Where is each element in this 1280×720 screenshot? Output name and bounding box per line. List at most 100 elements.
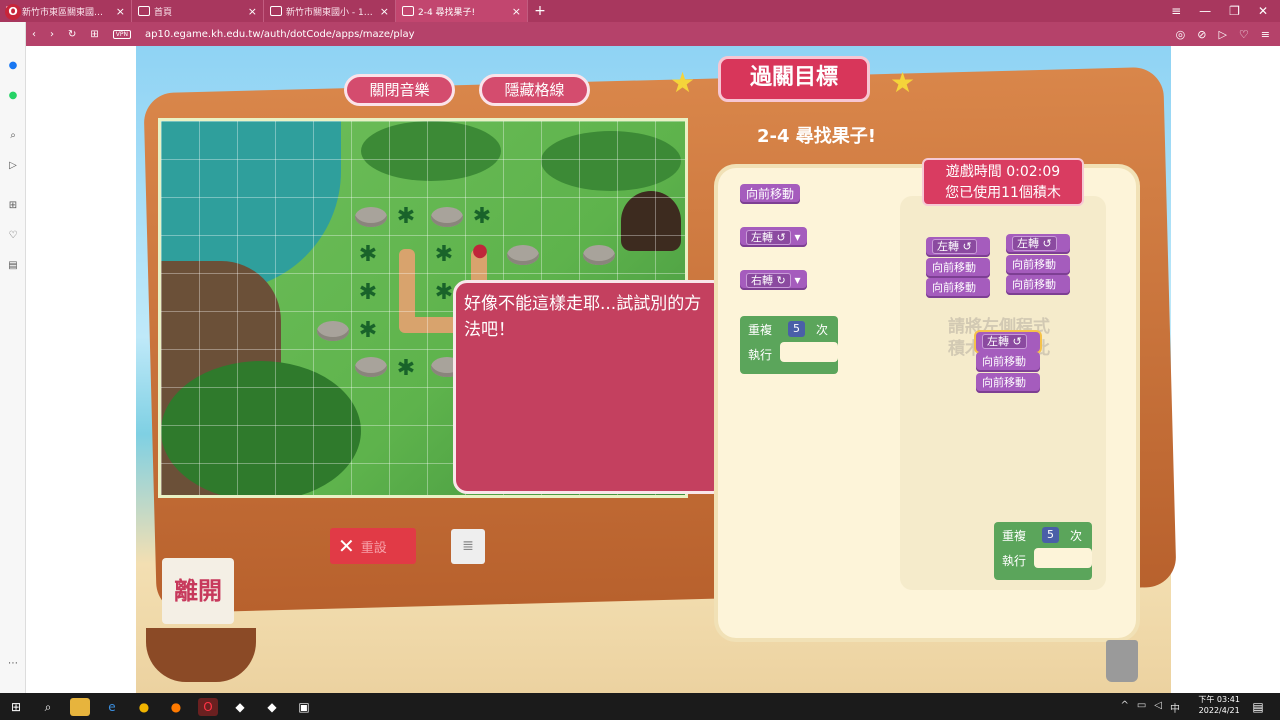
music-toggle-button[interactable]: 關閉音樂 — [344, 74, 455, 106]
tab-strip: 新竹市東區關東國民小學 ... × 首頁 × 新竹市關東國小 - 1Campu.… — [0, 0, 1280, 22]
level-title: 2-4 尋找果子! — [757, 126, 876, 147]
trash-icon[interactable] — [1106, 640, 1138, 682]
ime-icon[interactable]: 中 — [1170, 700, 1180, 715]
notification-icon[interactable]: ▤ — [1248, 698, 1268, 716]
star-icon: ★ — [890, 66, 916, 99]
timer-badge: 遊戲時間 0:02:09 您已使用11個積木 — [922, 158, 1084, 206]
reload-icon[interactable]: ↻ — [68, 29, 76, 40]
turn-dropdown[interactable]: 左轉 ↺ — [1012, 236, 1057, 251]
close-icon[interactable]: × — [380, 5, 389, 18]
chrome-icon[interactable]: ● — [134, 698, 154, 716]
repeat-count[interactable]: 5 — [1042, 527, 1059, 543]
firefox-icon[interactable]: ● — [166, 698, 186, 716]
close-icon[interactable]: × — [512, 5, 521, 18]
menu-icon[interactable]: ≡ — [1261, 28, 1270, 41]
timer-text: 遊戲時間 0:02:09 — [945, 164, 1061, 180]
ws-turn-left[interactable]: 左轉 ↺ — [1006, 234, 1070, 254]
play-icon[interactable]: ▷ — [1218, 28, 1226, 41]
tab-title: 新竹市關東國小 - 1Campu... — [286, 7, 376, 18]
tab-maze-game[interactable]: 2-4 尋找果子! × — [396, 0, 528, 22]
apps-icon[interactable]: ⊞ — [90, 29, 98, 40]
network-icon[interactable]: ▭ — [1137, 700, 1146, 715]
ws-move-forward[interactable]: 向前移動 — [926, 278, 990, 298]
turn-dropdown[interactable]: 左轉 ↺ — [982, 334, 1027, 349]
block-slot — [780, 342, 838, 362]
block-turn-left[interactable]: 左轉 ↺ ▾ — [740, 227, 807, 247]
address-actions: ◎ ⊘ ▷ ♡ ≡ — [1176, 28, 1280, 41]
ws-move-forward[interactable]: 向前移動 — [976, 373, 1040, 393]
heart-icon[interactable]: ♡ — [1239, 28, 1249, 41]
vpn-badge[interactable]: VPN — [112, 29, 131, 39]
reset-button[interactable]: ✕ 重設 — [330, 528, 416, 564]
search-icon[interactable]: ⌕ — [7, 130, 19, 142]
app-icon[interactable]: ▣ — [294, 698, 314, 716]
clock[interactable]: 下午 03:41 2022/4/21 — [1198, 694, 1240, 716]
opera-icon[interactable]: O — [198, 697, 218, 716]
tab-1campus[interactable]: 新竹市關東國小 - 1Campu... × — [264, 0, 396, 22]
block-slot — [1034, 548, 1092, 568]
messenger-icon[interactable]: ● — [7, 60, 19, 72]
do-label: 執行 — [748, 348, 773, 362]
whatsapp-icon[interactable]: ● — [7, 90, 19, 102]
show-code-button[interactable]: ≣ — [451, 529, 485, 564]
clock-date: 2022/4/21 — [1198, 706, 1240, 715]
ws-move-forward[interactable]: 向前移動 — [1006, 275, 1070, 295]
repeat-unit: 次 — [1070, 529, 1083, 543]
speaker-icon[interactable]: ◁ — [1154, 700, 1162, 715]
back-icon[interactable]: ‹ — [32, 29, 36, 40]
edge-icon[interactable]: e — [102, 698, 122, 716]
ws-move-forward[interactable]: 向前移動 — [926, 258, 990, 278]
news-icon[interactable]: ▤ — [7, 260, 19, 272]
close-icon[interactable]: × — [248, 5, 257, 18]
more-icon[interactable]: ⋯ — [7, 658, 19, 670]
do-label: 執行 — [1002, 554, 1027, 568]
close-icon: ✕ — [338, 534, 355, 558]
tab-title: 新竹市東區關東國民小學 ... — [22, 7, 112, 18]
repeat-unit: 次 — [816, 323, 829, 337]
goal-banner: 過關目標 — [718, 56, 870, 102]
app-icon[interactable]: ◆ — [230, 698, 250, 716]
grid-icon[interactable]: ⊞ — [7, 200, 19, 212]
repeat-count[interactable]: 5 — [788, 321, 805, 337]
grid-toggle-button[interactable]: 隱藏格線 — [479, 74, 590, 106]
tab-title: 2-4 尋找果子! — [418, 7, 476, 18]
turn-dropdown[interactable]: 左轉 ↺ — [932, 239, 977, 254]
feedback-message: 好像不能這樣走耶...試試別的方法吧！ — [453, 280, 727, 494]
chevron-up-icon[interactable]: ^ — [1120, 700, 1128, 715]
tab-home[interactable]: 首頁 × — [132, 0, 264, 22]
window-controls: ≡ — ❐ ✕ — [1171, 0, 1280, 22]
code-icon: ≣ — [462, 538, 474, 554]
app-icon[interactable]: ◆ — [262, 698, 282, 716]
maximize-icon[interactable]: ❐ — [1229, 4, 1240, 18]
browser-sidebar: O ● ● ⌕ ▷ ⊞ ♡ ▤ ⋯ — [0, 4, 26, 693]
tab-list-icon[interactable]: ≡ — [1171, 4, 1181, 18]
forward-icon[interactable]: › — [50, 29, 54, 40]
browser-logo-icon[interactable]: O — [5, 4, 21, 20]
leave-button[interactable]: 離開 — [162, 558, 234, 624]
block-icon[interactable]: ⊘ — [1197, 28, 1206, 41]
clock-time: 下午 03:41 — [1198, 695, 1240, 704]
camera-icon[interactable]: ◎ — [1176, 28, 1186, 41]
turn-dropdown[interactable]: 左轉 ↺ — [746, 230, 791, 245]
minimize-icon[interactable]: — — [1199, 4, 1211, 18]
ws-repeat-block[interactable]: 重複 5 次 執行 — [994, 522, 1092, 580]
close-icon[interactable]: × — [116, 5, 125, 18]
block-move-forward[interactable]: 向前移動 — [740, 184, 801, 204]
turn-dropdown[interactable]: 右轉 ↻ — [746, 273, 791, 288]
close-window-icon[interactable]: ✕ — [1258, 4, 1268, 18]
ws-turn-left[interactable]: 左轉 ↺ — [926, 237, 990, 257]
block-count-text: 您已使用11個積木 — [945, 185, 1061, 201]
new-tab-button[interactable]: + — [528, 0, 552, 22]
url-field[interactable]: ap10.egame.kh.edu.tw/auth/dotCode/apps/m… — [145, 29, 415, 40]
block-turn-right[interactable]: 右轉 ↻ ▾ — [740, 270, 807, 290]
ws-turn-left-selected[interactable]: 左轉 ↺ — [976, 332, 1040, 352]
heart-icon[interactable]: ♡ — [7, 230, 19, 242]
block-repeat[interactable]: 重複 5 次 執行 — [740, 316, 838, 374]
send-icon[interactable]: ▷ — [7, 160, 19, 172]
windows-start-icon[interactable]: ⊞ — [6, 698, 26, 716]
search-icon[interactable]: ⌕ — [38, 698, 58, 716]
reset-label: 重設 — [360, 540, 387, 556]
file-explorer-icon[interactable] — [70, 697, 90, 716]
ws-move-forward[interactable]: 向前移動 — [1006, 255, 1070, 275]
ws-move-forward[interactable]: 向前移動 — [976, 352, 1040, 372]
